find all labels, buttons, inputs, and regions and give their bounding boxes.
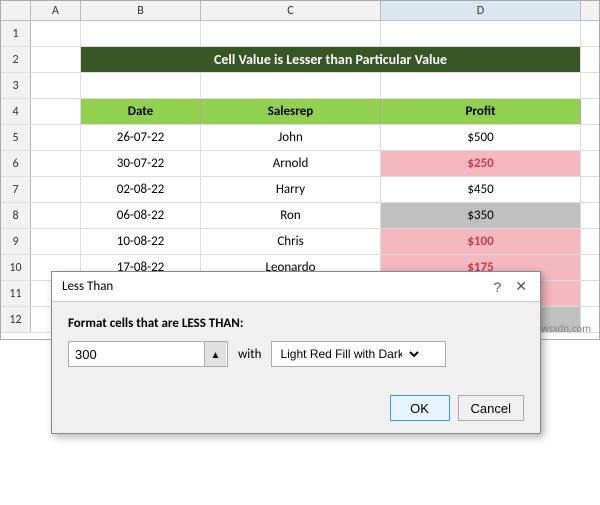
cancel-button[interactable]: Cancel [458, 395, 524, 421]
cell-profit: $350 [381, 203, 581, 228]
dialog-close-button[interactable]: ✕ [512, 278, 530, 295]
format-style-select[interactable]: Light Red Fill with Dark Red Text [272, 346, 422, 362]
cell-profit: $100 [381, 229, 581, 254]
cell-salesrep: Chris [201, 229, 381, 254]
table-row: 8 06-08-22 Ron $350 [1, 203, 599, 229]
dialog-input-wrap: ▲ [68, 341, 228, 367]
header-profit: Profit [381, 99, 581, 124]
table-row: 5 26-07-22 John $500 [1, 125, 599, 151]
dialog-body: Format cells that are LESS THAN: ▲ with … [52, 302, 540, 391]
dialog-instruction-label: Format cells that are LESS THAN: [68, 316, 524, 331]
table-row: 6 30-07-22 Arnold $250 [1, 151, 599, 177]
dialog-input-row: ▲ with Light Red Fill with Dark Red Text [68, 341, 524, 367]
dialog-with-label: with [238, 347, 261, 362]
col-header-b: B [81, 1, 201, 20]
cell-profit: $450 [381, 177, 581, 202]
col-header-a: A [31, 1, 81, 20]
row-1: 1 [1, 21, 599, 47]
spreadsheet-title: Cell Value is Lesser than Particular Val… [81, 47, 581, 72]
dialog-footer: OK Cancel [52, 391, 540, 433]
row-3: 3 [1, 73, 599, 99]
header-salesrep: Salesrep [201, 99, 381, 124]
row-4-header: 4 Date Salesrep Profit [1, 99, 599, 125]
dialog-controls: ? ✕ [490, 278, 530, 295]
dialog-title: Less Than [62, 279, 113, 294]
cell-salesrep: John [201, 125, 381, 150]
less-than-dialog: Less Than ? ✕ Format cells that are LESS… [51, 271, 541, 434]
cell-date: 10-08-22 [81, 229, 201, 254]
header-date: Date [81, 99, 201, 124]
spreadsheet: A B C D 1 2 Cell Value is Lesser than Pa… [0, 0, 600, 340]
cell-date: 06-08-22 [81, 203, 201, 228]
cell-salesrep: Harry [201, 177, 381, 202]
dialog-select-wrap: Light Red Fill with Dark Red Text [271, 341, 446, 367]
row-2: 2 Cell Value is Lesser than Particular V… [1, 47, 599, 73]
cell-date: 02-08-22 [81, 177, 201, 202]
col-header-d: D [381, 1, 581, 20]
cell-profit: $250 [381, 151, 581, 176]
col-headers: A B C D [1, 1, 599, 21]
col-header-rownum [1, 1, 31, 20]
cell-salesrep: Ron [201, 203, 381, 228]
less-than-input[interactable] [69, 347, 204, 362]
dialog-input-arrow[interactable]: ▲ [204, 342, 226, 366]
cell-date: 30-07-22 [81, 151, 201, 176]
cell-date: 26-07-22 [81, 125, 201, 150]
ok-button[interactable]: OK [390, 395, 450, 421]
col-header-c: C [201, 1, 381, 20]
table-row: 9 10-08-22 Chris $100 [1, 229, 599, 255]
watermark: wsxdn.com [541, 322, 591, 335]
dialog-titlebar: Less Than ? ✕ [52, 272, 540, 302]
cell-profit: $500 [381, 125, 581, 150]
table-row: 7 02-08-22 Harry $450 [1, 177, 599, 203]
cell-salesrep: Arnold [201, 151, 381, 176]
dialog-help-button[interactable]: ? [490, 279, 504, 295]
